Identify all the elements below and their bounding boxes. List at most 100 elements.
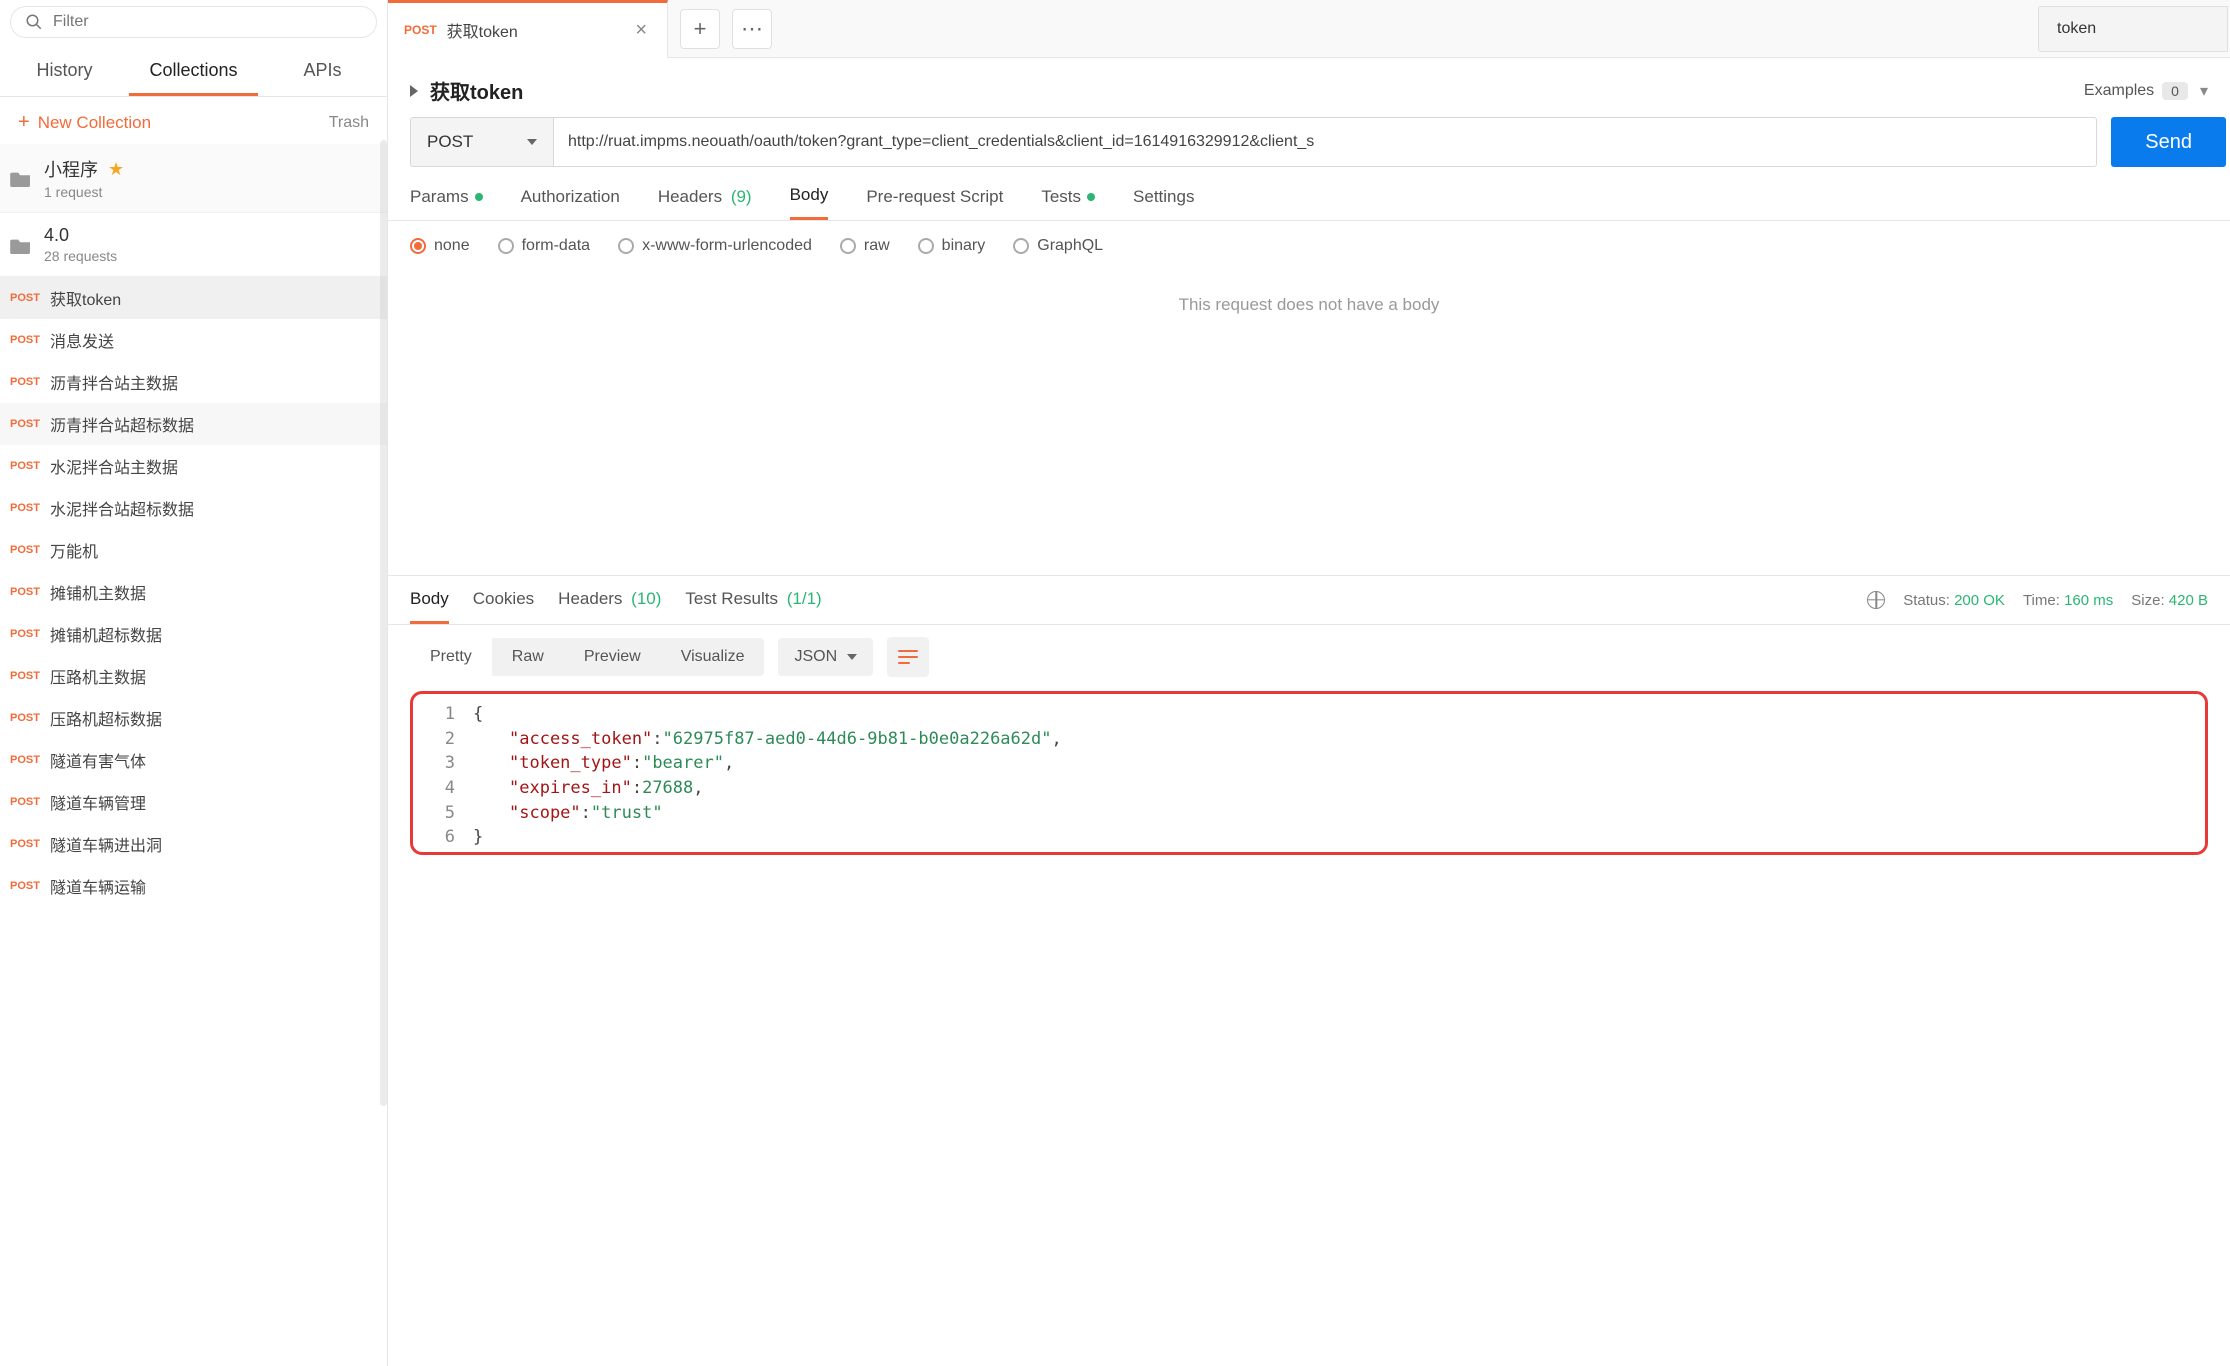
tab-prerequest[interactable]: Pre-request Script [866,185,1003,220]
filter-input[interactable] [53,13,362,31]
tab-headers[interactable]: Headers (9) [658,185,752,220]
globe-icon[interactable] [1867,591,1885,609]
http-method-selector[interactable]: POST [410,117,554,167]
send-button[interactable]: Send [2111,117,2226,167]
new-collection-label: New Collection [38,113,151,133]
request-item[interactable]: POST 压路机超标数据 [0,697,387,739]
request-title: 隧道车辆进出洞 [50,832,162,856]
request-item[interactable]: POST 压路机主数据 [0,655,387,697]
request-item[interactable]: POST隧道车辆管理 [0,781,387,823]
wrap-icon [898,650,918,664]
body-type-none[interactable]: none [410,237,470,255]
collection-header[interactable]: 小程序★ 1 request [0,144,387,213]
request-item[interactable]: POST消息发送 [0,319,387,361]
body-type-raw[interactable]: raw [840,237,890,255]
request-method-badge: POST [10,628,44,640]
request-item[interactable]: POST隧道有害气体 [0,739,387,781]
collection-count: 28 requests [44,248,117,264]
tab-method-badge: POST [404,23,437,37]
chevron-down-icon [847,654,857,660]
star-icon: ★ [108,159,124,180]
tab-history[interactable]: History [0,46,129,96]
request-item[interactable]: POST 摊铺机主数据 [0,571,387,613]
tab-body[interactable]: Body [790,185,829,220]
view-pretty[interactable]: Pretty [410,638,492,676]
request-section-tabs: Params Authorization Headers (9) Body Pr… [388,167,2230,221]
request-title: 沥青拌合站主数据 [50,370,178,394]
collection-header[interactable]: 4.0 28 requests [0,213,387,277]
wrap-lines-button[interactable] [887,637,929,677]
plus-icon: + [18,111,30,134]
request-method-badge: POST [10,754,44,766]
body-type-binary[interactable]: binary [918,237,986,255]
response-tab-cookies[interactable]: Cookies [473,577,534,624]
chevron-down-icon [527,139,537,145]
request-item[interactable]: POST沥青拌合站主数据 [0,361,387,403]
request-title: 摊铺机主数据 [50,580,146,604]
size-value: 420 B [2169,592,2208,609]
folder-icon [10,236,32,254]
time-value: 160 ms [2064,592,2113,609]
scrollbar[interactable] [380,140,387,1106]
main-panel: POST 获取token × + ⋯ token 获取token Example… [388,0,2230,1366]
url-input[interactable] [554,117,2097,167]
request-title: 沥青拌合站超标数据 [50,412,194,436]
request-item[interactable]: POST万能机 [0,529,387,571]
request-item[interactable]: POST水泥拌合站主数据 [0,445,387,487]
request-title: 摊铺机超标数据 [50,622,162,646]
new-tab-button[interactable]: + [680,9,720,49]
response-tab-headers[interactable]: Headers (10) [558,577,661,624]
view-preview[interactable]: Preview [564,638,661,676]
request-title: 压路机主数据 [50,664,146,688]
request-method-badge: POST [10,544,44,556]
body-type-graphql[interactable]: GraphQL [1013,237,1103,255]
request-item[interactable]: POST获取token [0,277,387,319]
status-label: Status: [1903,592,1950,609]
request-item[interactable]: POST水泥拌合站超标数据 [0,487,387,529]
status-value: 200 OK [1954,592,2005,609]
examples-dropdown[interactable]: Examples 0 ▾ [2084,81,2208,101]
response-tab-body[interactable]: Body [410,577,449,624]
tab-params[interactable]: Params [410,185,483,220]
response-view-row: Pretty Raw Preview Visualize JSON [388,625,2230,689]
request-tab[interactable]: POST 获取token × [388,0,668,58]
request-method-badge: POST [10,712,44,724]
request-item[interactable]: POST 沥青拌合站超标数据 [0,403,387,445]
examples-label: Examples [2084,82,2154,100]
request-item[interactable]: POST隧道车辆进出洞 [0,823,387,865]
request-method-badge: POST [10,670,44,682]
close-icon[interactable]: × [631,19,651,42]
view-visualize[interactable]: Visualize [661,638,765,676]
new-collection-button[interactable]: + New Collection [18,111,151,134]
request-method-badge: POST [10,586,44,598]
trash-link[interactable]: Trash [329,114,369,132]
filter-search[interactable] [10,6,377,38]
body-type-formdata[interactable]: form-data [498,237,590,255]
request-title: 获取token [50,286,121,310]
environment-selector[interactable]: token [2038,6,2228,52]
response-tab-tests[interactable]: Test Results (1/1) [685,577,821,624]
tab-authorization[interactable]: Authorization [521,185,620,220]
response-body-code[interactable]: 1{2"access_token": "62975f87-aed0-44d6-9… [410,691,2208,855]
format-selector[interactable]: JSON [778,638,873,676]
request-item[interactable]: POST 摊铺机超标数据 [0,613,387,655]
request-item[interactable]: POST 隧道车辆运输 [0,865,387,907]
radio-icon [410,238,426,254]
collection-count: 1 request [44,184,124,200]
tab-collections[interactable]: Collections [129,46,258,96]
tab-tests[interactable]: Tests [1041,185,1095,220]
request-title: 水泥拌合站主数据 [50,454,178,478]
http-method-label: POST [427,132,473,152]
tab-options-button[interactable]: ⋯ [732,9,772,49]
tab-apis[interactable]: APIs [258,46,387,96]
collapse-caret-icon[interactable] [410,85,418,97]
tab-settings[interactable]: Settings [1133,185,1194,220]
body-type-urlencoded[interactable]: x-www-form-urlencoded [618,237,812,255]
request-method-badge: POST [10,880,44,892]
sidebar: History Collections APIs + New Collectio… [0,0,388,1366]
request-method-badge: POST [10,796,44,808]
request-method-badge: POST [10,418,44,430]
request-title: 压路机超标数据 [50,706,162,730]
view-raw[interactable]: Raw [492,638,564,676]
request-title: 隧道车辆运输 [50,874,146,898]
